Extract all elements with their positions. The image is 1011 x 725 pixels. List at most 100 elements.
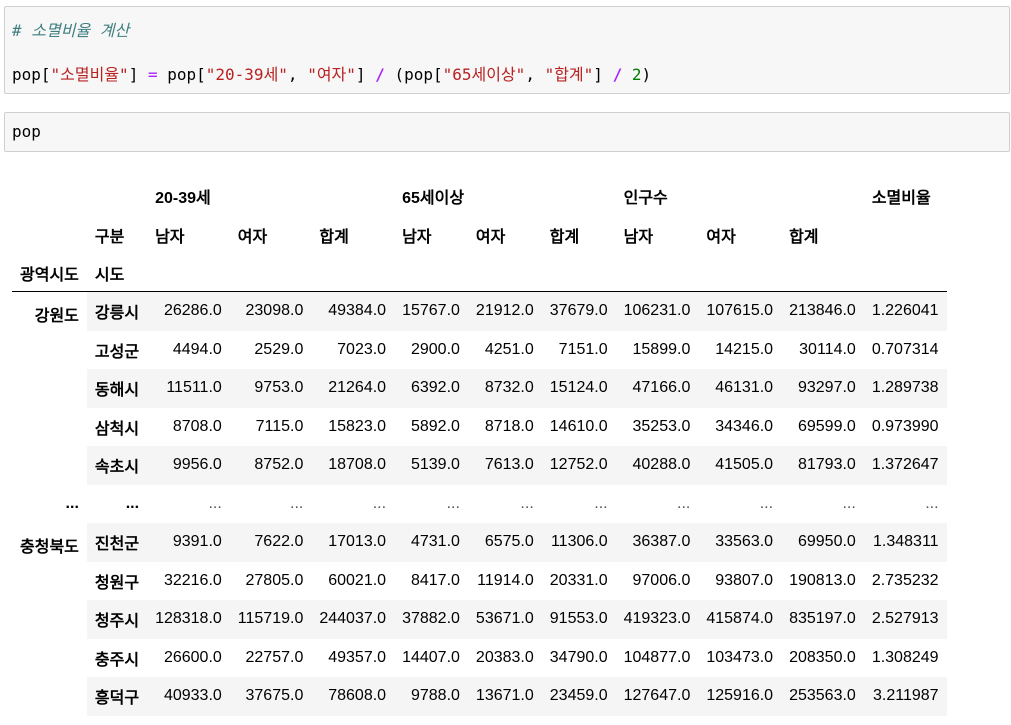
ellipsis-cell: ... [520, 494, 534, 512]
cell: 15767.0 [394, 291, 468, 331]
cell: 213846.0 [781, 291, 864, 331]
cell: 0.973990 [871, 417, 939, 435]
cell: 2900.0 [410, 340, 460, 358]
code-cell-2[interactable]: pop [4, 112, 1010, 152]
header-row-sub: 구분 남자 여자 합계 남자 여자 합계 남자 여자 합계 [12, 215, 947, 254]
table-row: 흥덕구 40933.0 37675.0 78608.0 9788.0 13671… [12, 677, 947, 716]
row-city-label: 속초시 [86, 446, 148, 485]
cell: 37679.0 [541, 291, 616, 331]
table-row: 충주시 26600.0 22757.0 49357.0 14407.0 2038… [12, 639, 947, 678]
cell: 53671.0 [467, 600, 542, 639]
cell: 47166.0 [615, 369, 699, 408]
header-row-index-names: 광역시도 시도 [12, 254, 947, 292]
row-city-label: 강릉시 [86, 291, 148, 331]
cell: 26286.0 [147, 291, 230, 331]
cell: 6392.0 [394, 369, 468, 408]
ellipsis-cell: ... [290, 494, 304, 512]
cell: 5892.0 [410, 417, 460, 435]
cell: 1.226041 [863, 291, 947, 331]
cell: 20331.0 [549, 571, 608, 589]
table-row: 속초시 9956.0 8752.0 18708.0 5139.0 7613.0 … [12, 446, 947, 485]
row-city-label: 청주시 [86, 600, 148, 639]
cell: 69599.0 [797, 417, 856, 435]
header-group-population: 인구수 [623, 189, 668, 207]
row-city-label: 동해시 [86, 369, 148, 408]
cell: 78608.0 [311, 677, 395, 716]
cell: 104877.0 [623, 648, 691, 666]
cell: 5139.0 [394, 446, 468, 485]
cell: 36387.0 [615, 523, 699, 562]
row-index-name-city: 시도 [86, 254, 148, 292]
table-row: 청원구 32216.0 27805.0 60021.0 8417.0 11914… [12, 562, 947, 601]
row-city-label: 고성군 [94, 343, 140, 361]
cell: 2.527913 [863, 600, 947, 639]
cell: 7115.0 [255, 417, 304, 435]
code-statement: pop["소멸비율"] = pop["20-39세", "여자"] / (pop… [12, 65, 652, 84]
dataframe-output: 20-39세 65세이상 인구수 소멸비율 구분 남자 여자 합계 남자 여자 … [12, 176, 947, 716]
cell: 30114.0 [799, 340, 856, 358]
cell: 6575.0 [467, 523, 542, 562]
cell: 9956.0 [147, 446, 230, 485]
cell: 49384.0 [311, 291, 395, 331]
ellipsis-cell: ... [208, 494, 222, 512]
cell: 15899.0 [632, 340, 691, 358]
cell: 3.211987 [863, 677, 947, 716]
cell: 22757.0 [245, 648, 304, 666]
cell: 14215.0 [715, 340, 774, 358]
header-blank [12, 215, 87, 254]
cell: 11914.0 [477, 571, 534, 589]
cell: 81793.0 [781, 446, 864, 485]
cell: 21912.0 [467, 291, 542, 331]
cell: 21264.0 [311, 369, 395, 408]
cell: 32216.0 [163, 571, 222, 589]
cell: 115719.0 [229, 600, 312, 639]
cell: 17013.0 [311, 523, 395, 562]
cell: 1.289738 [863, 369, 947, 408]
cell: 835197.0 [781, 600, 864, 639]
cell: 125916.0 [698, 677, 782, 716]
cell: 37882.0 [394, 600, 468, 639]
cell: 107615.0 [698, 291, 782, 331]
cell: 106231.0 [615, 291, 699, 331]
ellipsis-index: ... [65, 494, 79, 512]
header-sub: 남자 [623, 228, 654, 246]
cell: 97006.0 [632, 571, 691, 589]
cell: 13671.0 [467, 677, 542, 716]
ellipsis-cell: ... [372, 494, 387, 512]
cell: 208350.0 [789, 648, 856, 666]
cell: 1.348311 [863, 523, 947, 562]
cell: 127647.0 [615, 677, 699, 716]
row-city-label: 청원구 [94, 574, 140, 592]
row-index-name-region: 광역시도 [12, 254, 87, 292]
cell: 40288.0 [615, 446, 699, 485]
cell: 7613.0 [467, 446, 542, 485]
ellipsis-cell: ... [842, 494, 856, 512]
table-row: 충청북도 진천군 9391.0 7622.0 17013.0 4731.0 65… [12, 523, 947, 562]
cell: 7151.0 [558, 340, 608, 358]
cell: 15124.0 [541, 369, 616, 408]
cell: 33563.0 [698, 523, 782, 562]
row-city-label: 충주시 [94, 651, 140, 669]
cell: 14610.0 [549, 417, 608, 435]
table-row: 고성군 4494.0 2529.0 7023.0 2900.0 4251.0 7… [12, 331, 947, 370]
cell: 244037.0 [311, 600, 395, 639]
cell: 419323.0 [615, 600, 699, 639]
cell: 27805.0 [245, 571, 304, 589]
cell: 7023.0 [337, 340, 387, 358]
ellipsis-cell: ... [759, 494, 774, 512]
header-sub: 남자 [402, 228, 432, 246]
cell: 8732.0 [467, 369, 542, 408]
cell: 49357.0 [328, 648, 387, 666]
code-cell-1[interactable]: # 소멸비율 계산 pop["소멸비율"] = pop["20-39세", "여… [4, 6, 1010, 94]
cell: 128318.0 [147, 600, 230, 639]
cell: 69950.0 [781, 523, 864, 562]
table-row: 삼척시 8708.0 7115.0 15823.0 5892.0 8718.0 … [12, 408, 947, 447]
code-statement: pop [12, 122, 41, 141]
ellipsis-cell: ... [677, 494, 691, 512]
cell: 23098.0 [229, 291, 312, 331]
code-comment: # 소멸비율 계산 [12, 21, 130, 40]
cell: 37675.0 [229, 677, 312, 716]
cell: 41505.0 [698, 446, 782, 485]
cell: 11306.0 [541, 523, 616, 562]
cell: 14407.0 [402, 648, 460, 666]
